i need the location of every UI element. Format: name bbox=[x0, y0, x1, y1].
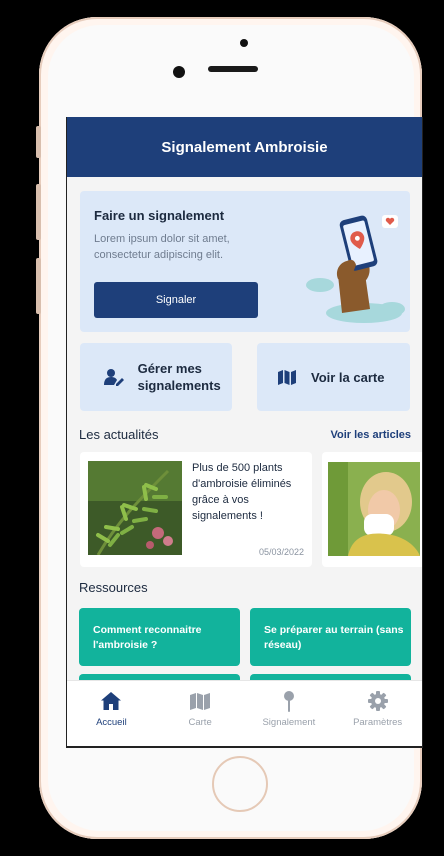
home-button[interactable] bbox=[212, 756, 268, 812]
tab-carte[interactable]: Carte bbox=[156, 681, 245, 746]
resource-tile[interactable]: Comment reconnaitre l'ambroisie ? bbox=[79, 608, 240, 666]
tab-label: Carte bbox=[188, 717, 212, 728]
news-date: 05/03/2022 bbox=[258, 547, 304, 557]
tab-accueil[interactable]: Accueil bbox=[67, 681, 156, 746]
app-title: Signalement Ambroisie bbox=[161, 138, 328, 156]
gear-icon bbox=[367, 690, 389, 712]
news-card[interactable] bbox=[322, 452, 422, 567]
tab-label: Accueil bbox=[96, 717, 127, 728]
front-camera bbox=[173, 66, 185, 78]
hand-phone-illustration bbox=[306, 215, 405, 323]
resource-tile[interactable]: Se préparer au terrain (sans réseau) bbox=[250, 608, 411, 666]
phone-volume-up bbox=[36, 184, 41, 240]
manage-reports-label: Gérer mes signalements bbox=[137, 361, 221, 393]
woman-sneezing-image bbox=[328, 462, 420, 556]
news-header: Les actualités Voir les articles bbox=[79, 427, 411, 442]
report-button[interactable]: Signaler bbox=[94, 282, 258, 318]
tab-label: Paramètres bbox=[353, 717, 403, 728]
tab-label: Signalement bbox=[262, 717, 316, 728]
report-card-text: Lorem ipsum dolor sit amet, consectetur … bbox=[94, 233, 230, 261]
phone-volume-down bbox=[36, 258, 41, 314]
manage-reports-tile[interactable]: Gérer mes signalements bbox=[80, 343, 232, 411]
earpiece-speaker bbox=[208, 66, 258, 72]
home-icon bbox=[100, 690, 122, 712]
news-section-title: Les actualités bbox=[79, 427, 159, 442]
bottom-tab-bar: Accueil Carte Signalement Paramètres bbox=[67, 680, 422, 746]
map-icon bbox=[189, 690, 211, 712]
map-pin-icon bbox=[278, 690, 300, 712]
user-edit-icon bbox=[102, 365, 126, 389]
ragweed-plant-image bbox=[88, 461, 182, 555]
tab-parametres[interactable]: Paramètres bbox=[333, 681, 422, 746]
resource-label: Se préparer au terrain (sans réseau) bbox=[264, 624, 404, 651]
view-map-label: Voir la carte bbox=[311, 369, 385, 385]
view-map-tile[interactable]: Voir la carte bbox=[257, 343, 410, 411]
news-card[interactable]: Plus de 500 plants d'ambroisie éliminés … bbox=[80, 452, 312, 567]
resource-label: Comment reconnaitre l'ambroisie ? bbox=[93, 624, 202, 651]
resources-section-title: Ressources bbox=[79, 580, 148, 595]
proximity-sensor bbox=[240, 39, 248, 47]
see-articles-link[interactable]: Voir les articles bbox=[330, 429, 411, 441]
tab-signalement[interactable]: Signalement bbox=[245, 681, 334, 746]
app-header: Signalement Ambroisie bbox=[67, 117, 422, 177]
report-card-title: Faire un signalement bbox=[94, 208, 225, 223]
resources-header: Ressources bbox=[79, 580, 411, 595]
phone-side-button bbox=[36, 126, 41, 158]
news-headline: Plus de 500 plants d'ambroisie éliminés … bbox=[192, 462, 292, 522]
report-card: Faire un signalement Lorem ipsum dolor s… bbox=[80, 191, 410, 332]
app-screen: Signalement Ambroisie Faire un signaleme… bbox=[66, 117, 423, 748]
map-icon bbox=[275, 365, 299, 389]
home-content[interactable]: Faire un signalement Lorem ipsum dolor s… bbox=[67, 177, 422, 680]
